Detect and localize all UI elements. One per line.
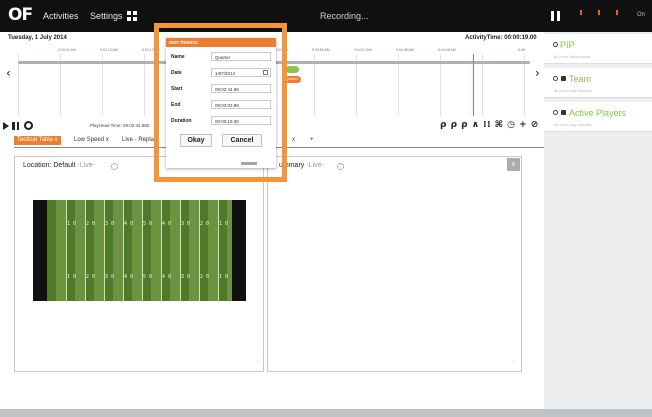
summary-panel: ummary -Live- ⁘ — [267, 156, 522, 372]
okay-button[interactable]: Okay — [180, 134, 212, 147]
tab-close[interactable]: x — [292, 137, 295, 143]
tab-tactical-table[interactable]: Tactical Table x — [14, 136, 61, 145]
session-date: Tuesday, 1 July 2014 — [8, 35, 67, 41]
grid-menu-icon[interactable] — [127, 11, 137, 21]
topbar-right-text: On — [637, 12, 646, 18]
yard-number: 4 0 — [124, 221, 134, 227]
bottom-status-strip — [0, 409, 652, 417]
gear-icon[interactable] — [553, 42, 558, 47]
calendar-icon[interactable] — [263, 70, 268, 75]
gear-icon[interactable] — [337, 163, 344, 170]
tab-low-speed[interactable]: Low Speed x — [74, 137, 109, 143]
timeline-tick: 9:04:17 AM — [354, 48, 372, 52]
playhead-time: PlayHead Time: 09:02:44.880 — [90, 123, 150, 128]
gear-icon[interactable] — [553, 110, 558, 115]
app-logo: OF — [8, 5, 33, 25]
yard-number: 5 0 — [143, 274, 153, 280]
timeline-tick: 9:04:38 AM — [396, 48, 414, 52]
marker-icon — [598, 10, 600, 15]
tab-live-replay[interactable]: Live - Repla — [122, 137, 154, 143]
panel-title: Location: Default -Live- — [23, 162, 95, 169]
lock-icon[interactable] — [561, 76, 566, 81]
panel-filters[interactable]: all none play injected — [554, 88, 591, 93]
start-label: Start — [171, 86, 183, 92]
playhead-cursor[interactable] — [473, 54, 474, 116]
yard-number: 4 0 — [162, 221, 172, 227]
yard-number: 1 0 — [219, 221, 229, 227]
duration-field[interactable]: 00:00:19.00 — [211, 116, 271, 125]
right-sidebar: PIP all none follow/range Team all none … — [544, 32, 652, 417]
resize-handle-icon[interactable]: ⁘ — [512, 360, 517, 365]
yard-number: 2 0 — [86, 221, 96, 227]
yard-number: 3 0 — [105, 274, 115, 280]
football-field[interactable]: 1 0 2 0 3 0 4 0 5 0 4 0 3 0 2 0 1 0 1 0 … — [33, 200, 246, 301]
yard-number: 4 0 — [162, 274, 172, 280]
pause-icon[interactable] — [551, 11, 561, 21]
yard-number: 1 0 — [219, 274, 229, 280]
gear-icon[interactable] — [553, 76, 558, 81]
name-field[interactable]: Quarter — [211, 52, 271, 61]
timeline-tick: 9:03:34 AM — [58, 48, 76, 52]
sidebar-panel-team[interactable]: Team all none play injected — [544, 68, 652, 98]
marker-icon — [580, 10, 582, 15]
gear-icon[interactable] — [111, 163, 118, 170]
duration-label: Duration — [171, 118, 192, 124]
timeline-tick: 9:03:55 AM — [312, 48, 330, 52]
end-label: End — [171, 102, 181, 108]
yard-number: 5 0 — [143, 221, 153, 227]
chevron-left-icon[interactable]: ‹ — [6, 66, 11, 80]
yard-number: 1 0 — [67, 221, 77, 227]
panel-filters[interactable]: all none play injected — [554, 122, 591, 127]
lock-icon[interactable] — [561, 110, 566, 115]
stop-icon[interactable] — [24, 121, 33, 130]
resize-handle-icon[interactable]: ⁘ — [256, 360, 261, 365]
yard-number: 2 0 — [200, 274, 210, 280]
pause-icon[interactable] — [12, 122, 20, 130]
date-value: 1/07/2014 — [215, 71, 236, 76]
name-label: Name — [171, 54, 185, 60]
sidebar-panel-active-players[interactable]: Active Players all none play injected — [544, 102, 652, 132]
nav-activities[interactable]: Activities — [43, 11, 79, 21]
yard-number: 3 0 — [181, 221, 191, 227]
date-label: Date — [171, 70, 182, 76]
yard-number: 2 0 — [200, 221, 210, 227]
timeline-tools[interactable]: ρ ρ ρ ∧ ⁞⁞ ⌘ ◷ + ⊘ — [440, 120, 539, 130]
start-time-field[interactable]: 09:02:44.88 — [211, 84, 271, 93]
play-icon[interactable] — [3, 122, 9, 130]
dialog-title: EDIT PERIOD — [166, 38, 276, 47]
yard-number: 2 0 — [86, 274, 96, 280]
tab-add[interactable]: + — [310, 137, 314, 143]
top-bar: OF Activities Settings Recording... On — [0, 0, 652, 32]
cancel-button[interactable]: Cancel — [222, 134, 262, 147]
yard-number: 3 0 — [105, 221, 115, 227]
date-field[interactable]: 1/07/2014 — [211, 68, 271, 77]
edit-period-dialog: EDIT PERIOD Name Quarter Date 1/07/2014 … — [166, 38, 276, 168]
timeline-tick: 9:05: — [518, 48, 526, 52]
end-time-field[interactable]: 09:03:03.88 — [211, 100, 271, 109]
activity-time: ActivityTime: 00:00:19.00 — [465, 35, 537, 41]
chevron-right-icon[interactable]: › — [535, 66, 540, 80]
panel-title: Active Players — [569, 108, 627, 118]
timeline-tick: 9:03:13 AM — [100, 48, 118, 52]
panel-title: PIP — [560, 40, 575, 50]
panel-title: Team — [569, 74, 592, 84]
recording-status: Recording... — [320, 11, 369, 21]
panel-filters[interactable]: all none follow/range — [554, 54, 591, 59]
nav-settings[interactable]: Settings — [90, 11, 123, 21]
marker-icon — [616, 10, 618, 15]
dialog-grip[interactable] — [241, 162, 257, 165]
yard-number: 3 0 — [181, 274, 191, 280]
timeline-tick: 9:04:48 AM — [438, 48, 456, 52]
close-panel-button[interactable]: x — [507, 158, 520, 171]
green-marker[interactable] — [286, 66, 299, 73]
yard-number: 4 0 — [124, 274, 134, 280]
sidebar-panel-pip[interactable]: PIP all none follow/range — [544, 34, 652, 64]
yard-number: 1 0 — [67, 274, 77, 280]
